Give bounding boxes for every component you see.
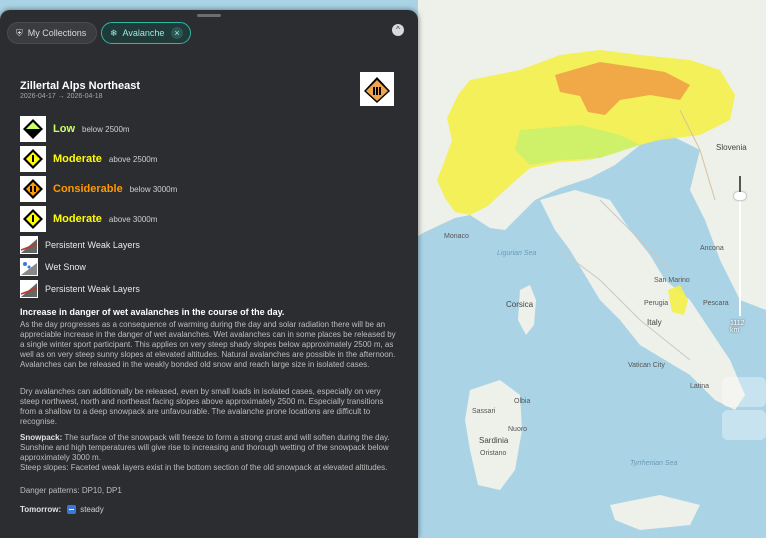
map-label-olbia: Olbia bbox=[514, 398, 531, 405]
avalanche-panel: ⛨ My Collections ❄ Avalanche × ^ Zillert… bbox=[0, 10, 418, 538]
persistent-weak-layers-icon bbox=[20, 236, 38, 254]
avalanche-problem-row: Wet Snow bbox=[20, 258, 86, 276]
map-label-corsica: Corsica bbox=[506, 300, 534, 309]
map-label-vatican-city: Vatican City bbox=[628, 362, 665, 369]
danger-label: Moderate bbox=[53, 153, 102, 165]
tomorrow-trend: Tomorrow: steady bbox=[20, 505, 104, 514]
map-label-latina: Latina bbox=[690, 383, 710, 390]
avalanche-problem-row: Persistent Weak Layers bbox=[20, 280, 140, 298]
snowpack-label: Snowpack: bbox=[20, 433, 63, 442]
snowpack-section: Snowpack: The surface of the snowpack wi… bbox=[20, 433, 400, 463]
zoom-knob[interactable] bbox=[734, 192, 746, 200]
danger-low-icon bbox=[20, 116, 46, 142]
panel-toolbar: ⛨ My Collections ❄ Avalanche × ^ bbox=[7, 22, 408, 44]
wet-snow-icon bbox=[20, 258, 38, 276]
map-label-perugia: Perugia bbox=[644, 300, 669, 307]
persistent-weak-layers-icon bbox=[20, 280, 38, 298]
my-collections-label: My Collections bbox=[27, 28, 87, 38]
tomorrow-value: steady bbox=[80, 505, 104, 514]
danger-elevation: above 3000m bbox=[108, 214, 158, 224]
map-label-ancona: Ancona bbox=[700, 245, 724, 252]
avalanche-problem-row: Persistent Weak Layers bbox=[20, 236, 140, 254]
avalanche-chip[interactable]: ❄ Avalanche × bbox=[101, 22, 191, 44]
danger-level-row: Moderate above 3000m bbox=[20, 206, 157, 232]
collections-icon: ⛨ bbox=[16, 27, 23, 38]
my-collections-button[interactable]: ⛨ My Collections bbox=[7, 22, 97, 44]
map-label-sardinia: Sardinia bbox=[479, 436, 509, 445]
danger-level-icon bbox=[360, 72, 394, 106]
map-control-button[interactable] bbox=[722, 410, 766, 440]
report-paragraph: Dry avalanches can additionally be relea… bbox=[20, 387, 384, 426]
map-label-monaco: Monaco bbox=[444, 233, 469, 240]
trend-steady-icon bbox=[67, 505, 77, 514]
report-headline: Increase in danger of wet avalanches in … bbox=[20, 307, 285, 317]
tomorrow-label: Tomorrow: bbox=[20, 505, 62, 514]
drag-handle[interactable] bbox=[197, 14, 221, 17]
map-label-tyrrhenian-sea: Tyrrhenian Sea bbox=[630, 460, 678, 467]
danger-level-row: Considerable below 3000m bbox=[20, 176, 177, 202]
map-label-nuoro: Nuoro bbox=[508, 426, 528, 433]
map-label-slovenia: Slovenia bbox=[716, 143, 747, 152]
map-label-san-marino: San Marino bbox=[654, 277, 690, 284]
report-paragraph: As the day progresses as a consequence o… bbox=[20, 320, 396, 369]
danger-level-row: Low below 2500m bbox=[20, 116, 130, 142]
danger-elevation: below 3000m bbox=[129, 184, 178, 194]
avalanche-problem-label: Persistent Weak Layers bbox=[45, 284, 140, 294]
danger-moderate-icon bbox=[20, 206, 46, 232]
danger-label: Considerable bbox=[53, 183, 123, 195]
steep-slopes-text: Steep slopes: Faceted weak layers exist … bbox=[20, 463, 388, 472]
zoom-scale-label: 1112 km bbox=[730, 320, 745, 334]
close-icon[interactable]: × bbox=[171, 27, 183, 39]
map-label-sassari: Sassari bbox=[472, 408, 496, 415]
danger-level-row: Moderate above 2500m bbox=[20, 146, 157, 172]
avalanche-problem-label: Wet Snow bbox=[45, 262, 86, 272]
danger-considerable-icon bbox=[20, 176, 46, 202]
region-dates: 2026-04-17 → 2026-04-18 bbox=[20, 93, 103, 100]
snowpack-text: The surface of the snowpack will freeze … bbox=[20, 433, 390, 462]
danger-label: Low bbox=[53, 123, 75, 135]
map-control-button[interactable] bbox=[722, 377, 766, 407]
region-title: Zillertal Alps Northeast bbox=[20, 80, 141, 92]
danger-elevation: below 2500m bbox=[82, 124, 130, 134]
danger-patterns: Danger patterns: DP10, DP1 bbox=[20, 486, 122, 495]
zoom-slider[interactable]: 1112 km bbox=[730, 172, 750, 340]
collapse-button[interactable]: ^ bbox=[392, 24, 404, 36]
avalanche-chip-label: Avalanche bbox=[122, 28, 165, 38]
map-label-ligurian-sea: Ligurian Sea bbox=[497, 250, 537, 257]
map-label-oristano: Oristano bbox=[480, 450, 507, 457]
danger-label: Moderate bbox=[53, 213, 102, 225]
avalanche-problem-label: Persistent Weak Layers bbox=[45, 240, 140, 250]
danger-elevation: above 2500m bbox=[108, 154, 158, 164]
danger-moderate-icon bbox=[20, 146, 46, 172]
map-label-pescara: Pescara bbox=[703, 300, 729, 307]
map-label-italy: Italy bbox=[647, 318, 662, 327]
avalanche-icon: ❄ bbox=[110, 27, 118, 38]
